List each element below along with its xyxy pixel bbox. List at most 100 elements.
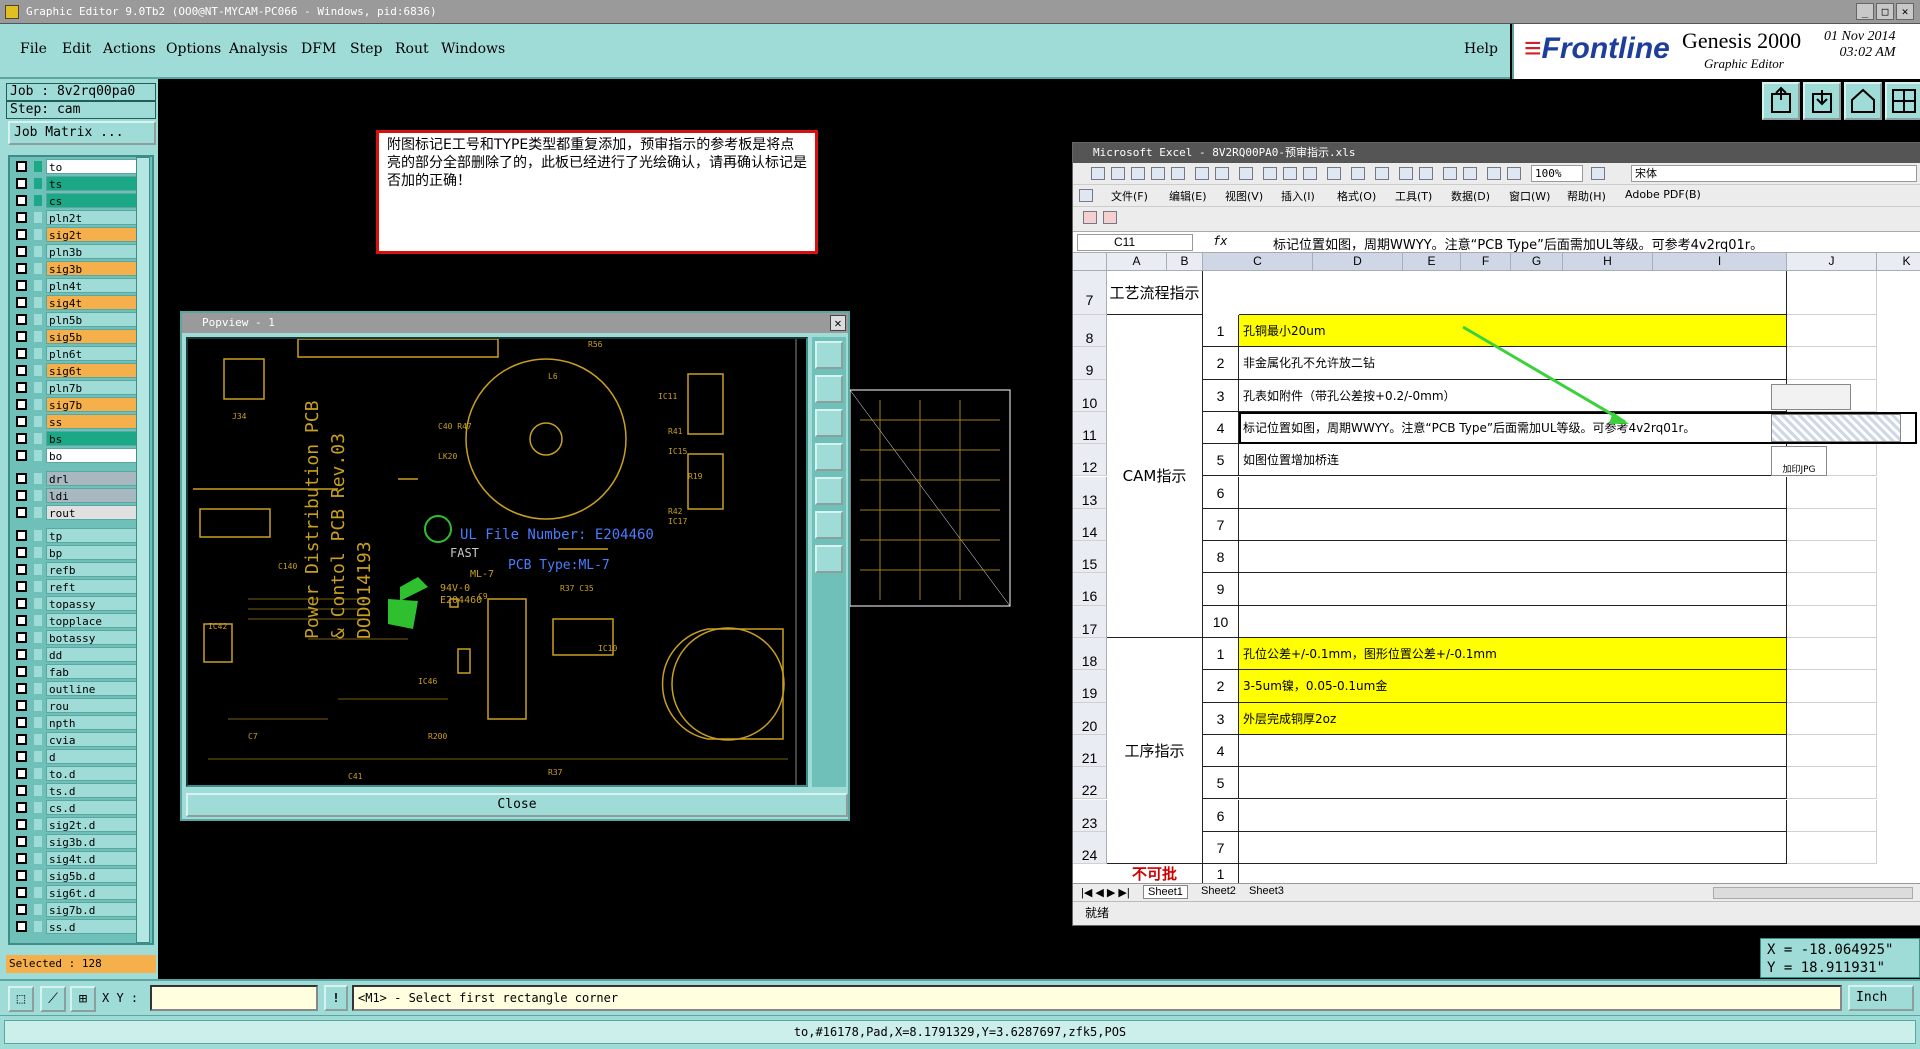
pdf-email-icon[interactable] bbox=[1103, 211, 1117, 224]
cell-b[interactable]: 6 bbox=[1203, 799, 1239, 832]
layer-name[interactable]: cs.d bbox=[46, 800, 138, 815]
row-header[interactable]: 8 bbox=[1073, 315, 1107, 348]
cut-icon[interactable] bbox=[1263, 167, 1277, 180]
column-header[interactable]: D bbox=[1313, 253, 1403, 271]
layer-row[interactable]: sig7b bbox=[12, 397, 138, 412]
row-header[interactable]: 12 bbox=[1073, 444, 1107, 477]
copy-icon[interactable] bbox=[1283, 167, 1297, 180]
cell-c[interactable]: 如图位置增加桥连 bbox=[1239, 444, 1787, 477]
layer-checkbox[interactable] bbox=[16, 365, 27, 376]
row-header[interactable]: 17 bbox=[1073, 605, 1107, 638]
layer-name[interactable]: npth bbox=[46, 715, 138, 730]
column-header[interactable]: F bbox=[1461, 253, 1511, 271]
column-header[interactable]: K bbox=[1877, 253, 1920, 271]
cell-j[interactable] bbox=[1787, 831, 1877, 865]
layer-checkbox[interactable] bbox=[16, 683, 27, 694]
layer-row[interactable]: botassy bbox=[12, 630, 138, 645]
layer-checkbox[interactable] bbox=[16, 734, 27, 745]
layer-checkbox[interactable] bbox=[16, 564, 27, 575]
layer-name[interactable]: outline bbox=[46, 681, 138, 696]
layer-row[interactable]: sig4t.d bbox=[12, 851, 138, 866]
jpg-attachment-icon[interactable]: 加印JPG bbox=[1771, 446, 1827, 477]
layer-checkbox[interactable] bbox=[16, 768, 27, 779]
grid-tool-button[interactable] bbox=[1885, 82, 1920, 120]
layer-row[interactable]: ldi bbox=[12, 488, 138, 503]
layer-name[interactable]: ss bbox=[46, 414, 138, 429]
menu-edit[interactable]: Edit bbox=[62, 41, 91, 57]
cell-b[interactable]: 7 bbox=[1203, 831, 1239, 865]
attachment-icon[interactable] bbox=[1771, 383, 1851, 410]
layer-checkbox[interactable] bbox=[16, 887, 27, 898]
select-tool-icon[interactable]: ⬚ bbox=[8, 986, 34, 1012]
layer-row[interactable]: bs bbox=[12, 431, 138, 446]
layer-name[interactable]: sig7b bbox=[46, 397, 138, 412]
layer-checkbox[interactable] bbox=[16, 246, 27, 257]
cell-c[interactable] bbox=[1239, 734, 1787, 768]
row-header[interactable]: 13 bbox=[1073, 476, 1107, 509]
layer-checkbox[interactable] bbox=[16, 785, 27, 796]
autosum-icon[interactable] bbox=[1419, 167, 1433, 180]
cell-b[interactable]: 3 bbox=[1203, 379, 1239, 412]
layer-row[interactable]: sig4t bbox=[12, 295, 138, 310]
cell-j[interactable] bbox=[1787, 767, 1877, 800]
layer-checkbox[interactable] bbox=[16, 507, 27, 518]
layer-checkbox[interactable] bbox=[16, 382, 27, 393]
layer-name[interactable]: sig6t bbox=[46, 363, 138, 378]
spelling-icon[interactable] bbox=[1239, 167, 1253, 180]
cell-c[interactable] bbox=[1239, 573, 1787, 606]
layer-checkbox[interactable] bbox=[16, 547, 27, 558]
layer-checkbox[interactable] bbox=[16, 280, 27, 291]
popview-fit-icon[interactable] bbox=[815, 341, 843, 369]
layer-checkbox[interactable] bbox=[16, 819, 27, 830]
cell-b-last[interactable]: 1 bbox=[1203, 864, 1239, 883]
column-header[interactable]: I bbox=[1653, 253, 1787, 271]
permission-icon[interactable] bbox=[1151, 167, 1165, 180]
save-icon[interactable] bbox=[1131, 167, 1145, 180]
row-header[interactable]: 20 bbox=[1073, 702, 1107, 735]
layer-checkbox[interactable] bbox=[16, 348, 27, 359]
excel-menu-window[interactable]: 窗口(W) bbox=[1509, 188, 1550, 204]
excel-menu-tools[interactable]: 工具(T) bbox=[1395, 188, 1432, 204]
layer-checkbox[interactable] bbox=[16, 921, 27, 932]
popview-up-icon[interactable] bbox=[815, 375, 843, 403]
grid-snap-icon[interactable]: ⊞ bbox=[70, 986, 96, 1012]
layer-row[interactable]: sig6t bbox=[12, 363, 138, 378]
layer-name[interactable]: rou bbox=[46, 698, 138, 713]
excel-menu-edit[interactable]: 编辑(E) bbox=[1169, 188, 1207, 204]
column-header[interactable]: J bbox=[1787, 253, 1877, 271]
layer-row[interactable]: sig7b.d bbox=[12, 902, 138, 917]
layer-name[interactable]: d bbox=[46, 749, 138, 764]
layer-checkbox[interactable] bbox=[16, 433, 27, 444]
layer-row[interactable]: ss.d bbox=[12, 919, 138, 934]
layer-checkbox[interactable] bbox=[16, 178, 27, 189]
layer-row[interactable]: to.d bbox=[12, 766, 138, 781]
layer-checkbox[interactable] bbox=[16, 853, 27, 864]
cell-a-process[interactable]: 工艺流程指示 bbox=[1107, 271, 1203, 315]
layer-name[interactable]: reft bbox=[46, 579, 138, 594]
cell-b[interactable]: 9 bbox=[1203, 573, 1239, 606]
layer-name[interactable]: sig5b bbox=[46, 329, 138, 344]
layer-checkbox[interactable] bbox=[16, 632, 27, 643]
cell-b[interactable]: 1 bbox=[1203, 638, 1239, 671]
excel-menu-view[interactable]: 视图(V) bbox=[1225, 188, 1263, 204]
layer-row[interactable]: d bbox=[12, 749, 138, 764]
job-matrix-button[interactable]: Job Matrix ... bbox=[8, 121, 156, 145]
row-header[interactable]: 7 bbox=[1073, 271, 1107, 315]
column-header[interactable]: G bbox=[1511, 253, 1563, 271]
layer-row[interactable]: pln6t bbox=[12, 346, 138, 361]
row-header[interactable]: 23 bbox=[1073, 799, 1107, 832]
layer-row[interactable]: sig6t.d bbox=[12, 885, 138, 900]
popview-zoom-in-icon[interactable] bbox=[815, 511, 843, 539]
layer-name[interactable]: topplace bbox=[46, 613, 138, 628]
spreadsheet-grid[interactable]: A B C D E F G H I J K 7 8 1 孔铜最小20um 9 2 非金属化孔不允许放二钻 10 3 孔表… bbox=[1073, 253, 1920, 883]
paste-icon[interactable] bbox=[1303, 167, 1317, 180]
layer-name[interactable]: ts bbox=[46, 176, 138, 191]
layer-name[interactable]: bs bbox=[46, 431, 138, 446]
layer-checkbox[interactable] bbox=[16, 717, 27, 728]
cell-j[interactable] bbox=[1787, 734, 1877, 768]
layer-name[interactable]: botassy bbox=[46, 630, 138, 645]
layer-row[interactable]: drl bbox=[12, 471, 138, 486]
layer-row[interactable]: refb bbox=[12, 562, 138, 577]
layer-name[interactable]: sig2t.d bbox=[46, 817, 138, 832]
email-icon[interactable] bbox=[1171, 167, 1185, 180]
